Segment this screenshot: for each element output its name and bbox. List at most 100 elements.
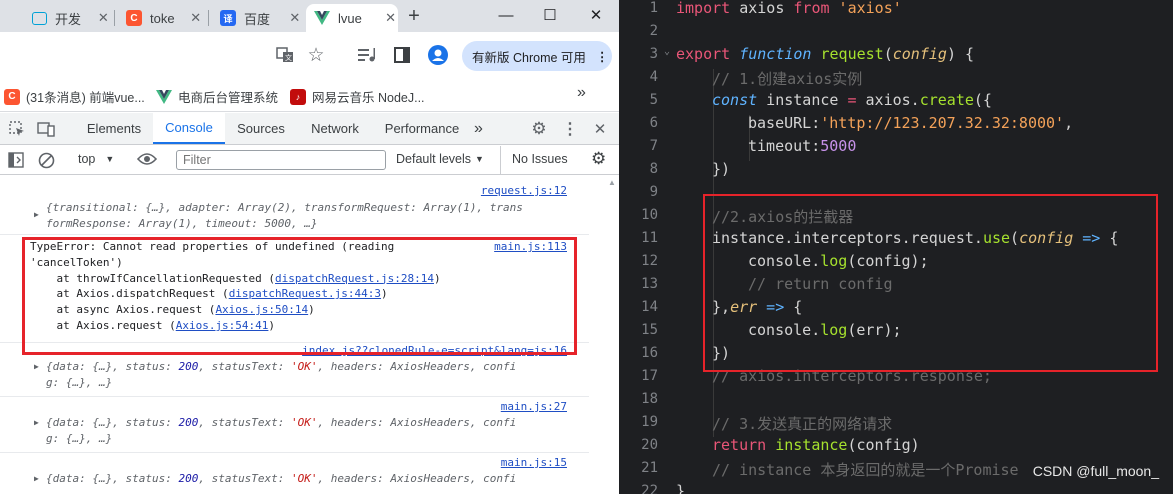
tab-elements[interactable]: Elements <box>76 113 152 144</box>
tab-network[interactable]: Network <box>298 113 372 144</box>
tab-separator <box>208 10 209 26</box>
code-line[interactable]: } <box>676 482 685 494</box>
code-line[interactable]: import axios from 'axios' <box>676 0 902 17</box>
sidebar-toggle-icon[interactable] <box>8 152 24 168</box>
line-number: 6 <box>649 115 658 131</box>
filter-input[interactable] <box>176 150 386 170</box>
object-preview[interactable]: {transitional: {…}, adapter: Array(2), t… <box>46 200 523 231</box>
close-icon[interactable]: ✕ <box>97 10 110 26</box>
code-line[interactable]: return instance(config) <box>712 436 920 454</box>
settings-gear-icon[interactable]: ⚙ <box>530 119 548 138</box>
tab-title: 开发 <box>55 11 82 27</box>
line-number: 8 <box>649 161 658 177</box>
expand-arrow-icon[interactable]: ▶ <box>34 210 39 219</box>
context-selector[interactable]: top ▼ <box>78 152 114 166</box>
close-devtools-icon[interactable]: ✕ <box>591 120 609 138</box>
vue-icon <box>314 10 330 26</box>
log-levels-dropdown[interactable]: Default levels ▼ <box>396 152 484 166</box>
clear-console-icon[interactable] <box>38 152 55 169</box>
fold-arrow-icon[interactable]: ⌄ <box>664 46 670 57</box>
side-panel-icon[interactable] <box>391 44 413 66</box>
inspect-element-icon[interactable] <box>8 120 26 138</box>
close-icon[interactable]: ✕ <box>288 10 302 26</box>
media-control-icon[interactable] <box>356 44 378 66</box>
browser-tab[interactable]: 译 百度 ✕ <box>212 4 302 32</box>
browser-tab[interactable]: 开发 ✕ <box>24 4 110 32</box>
code-line[interactable]: baseURL:'http://123.207.32.32:8000', <box>748 114 1073 132</box>
expand-arrow-icon[interactable]: ▶ <box>34 362 39 371</box>
maximize-button[interactable]: ☐ <box>528 0 572 30</box>
line-number: 13 <box>641 276 658 292</box>
keyword: function <box>730 45 812 63</box>
identifier: axios. <box>856 91 920 109</box>
object-line: formResponse: Array(1), timeout: 5000, …… <box>46 216 318 230</box>
watermark: CSDN @full_moon_ <box>1032 463 1159 479</box>
svg-text:文: 文 <box>285 53 292 62</box>
keyword: import <box>676 0 731 17</box>
highlight-box <box>703 194 1158 372</box>
device-toolbar-icon[interactable] <box>37 120 55 138</box>
line-number: 16 <box>641 345 658 361</box>
code-line[interactable]: export function request(config) { <box>676 45 974 63</box>
issues-label[interactable]: No Issues <box>512 152 568 166</box>
more-vert-icon[interactable]: ⋮ <box>561 120 579 138</box>
object-preview[interactable]: {data: {…}, status: 200, statusText: 'OK… <box>46 471 516 487</box>
scroll-up-icon[interactable]: ▲ <box>608 178 616 187</box>
line-number: 2 <box>649 23 658 39</box>
tab-console[interactable]: Console <box>153 113 225 144</box>
tab-title: 百度 <box>244 11 271 27</box>
code-line[interactable]: timeout:5000 <box>748 137 856 155</box>
expand-arrow-icon[interactable]: ▶ <box>34 474 39 483</box>
function-name: create <box>919 91 974 109</box>
message-divider <box>0 396 589 397</box>
bookmark-item[interactable]: ♪ 网易云音乐 NodeJ... <box>290 87 425 106</box>
source-link[interactable]: request.js:12 <box>481 184 567 197</box>
browser-tab[interactable]: C toke ✕ <box>118 4 202 32</box>
object-preview[interactable]: {data: {…}, status: 200, statusText: 'OK… <box>46 359 516 390</box>
minimize-button[interactable]: — <box>484 0 528 30</box>
console-scrollbar[interactable]: ▲ <box>605 176 619 494</box>
tab-title: toke <box>150 10 175 26</box>
close-window-button[interactable]: ✕ <box>574 0 618 30</box>
chrome-update-button[interactable]: 有新版 Chrome 可用 ⋮ <box>462 41 612 71</box>
tab-title: lvue <box>338 10 362 26</box>
tab-sources[interactable]: Sources <box>226 113 296 144</box>
more-tabs-icon[interactable]: » <box>474 113 483 144</box>
profile-icon[interactable] <box>427 44 449 66</box>
comment[interactable]: // 3.发送真正的网络请求 <box>712 413 892 434</box>
code-line[interactable]: const instance = axios.create({ <box>712 91 992 109</box>
live-expression-eye-icon[interactable] <box>137 152 157 166</box>
keyword: export <box>676 45 731 63</box>
line-number: 19 <box>641 414 658 430</box>
close-icon[interactable]: ✕ <box>189 10 202 26</box>
bookmark-item[interactable]: 电商后台管理系统 <box>156 87 278 106</box>
console-settings-gear-icon[interactable]: ⚙ <box>591 149 606 169</box>
comment[interactable]: // 1.创建axios实例 <box>712 68 862 89</box>
translate-page-icon[interactable]: 文 <box>274 44 296 66</box>
expand-arrow-icon[interactable]: ▶ <box>34 418 39 427</box>
vue-icon <box>156 89 172 105</box>
bookmarks-more-icon[interactable]: » <box>577 84 586 102</box>
comment[interactable]: // instance 本身返回的就是一个Promise <box>712 459 1019 480</box>
identifier: instance <box>757 91 848 109</box>
close-icon[interactable]: ✕ <box>383 10 398 26</box>
devtools-tabbar: Elements Console Sources Network Perform… <box>0 113 619 145</box>
object-preview[interactable]: {data: {…}, status: 200, statusText: 'OK… <box>46 415 516 446</box>
operator: = <box>847 91 857 109</box>
browser-tab-active[interactable]: lvue ✕ <box>306 4 398 32</box>
csdn-icon: C <box>4 88 20 105</box>
punct: (config) <box>847 436 920 454</box>
function-name: request <box>811 45 884 63</box>
source-link[interactable]: main.js:27 <box>501 400 567 413</box>
new-tab-icon[interactable]: + <box>403 5 425 27</box>
source-link[interactable]: main.js:15 <box>501 456 567 469</box>
property: timeout: <box>748 137 821 155</box>
bookmark-star-icon[interactable]: ☆ <box>305 44 327 66</box>
line-number: 4 <box>649 69 658 85</box>
bookmark-item[interactable]: C (31条消息) 前端vue... <box>4 87 145 106</box>
toolbar-divider <box>500 146 501 175</box>
number: 5000 <box>820 137 857 155</box>
code-line[interactable]: }) <box>712 160 730 178</box>
tab-performance[interactable]: Performance <box>376 113 468 144</box>
line-number: 20 <box>641 437 658 453</box>
